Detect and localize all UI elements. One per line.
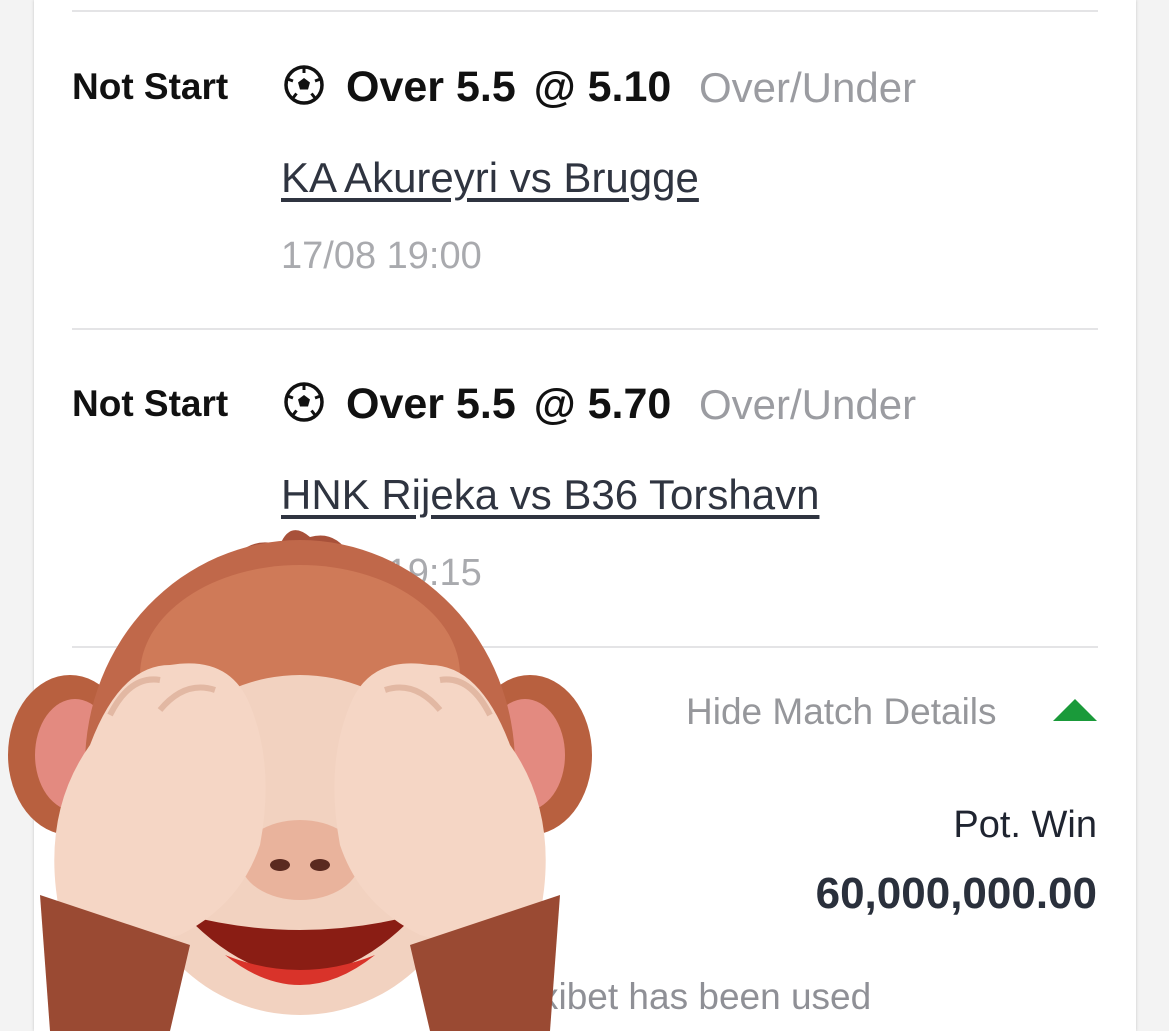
- pot-win-label: Pot. Win: [953, 804, 1097, 846]
- bet-selection: Over 5.5 @ 5.10: [346, 66, 671, 109]
- soccer-ball-icon: [284, 65, 324, 105]
- selection-odds: @ 5.70: [533, 380, 672, 428]
- divider: [72, 10, 1098, 12]
- triangle-up-icon[interactable]: [1053, 699, 1097, 721]
- bet-status: Not Start: [72, 383, 229, 424]
- bet-selection: Over 5.5 @ 5.70: [346, 383, 671, 426]
- pot-win-value: 60,000,000.00: [815, 869, 1097, 918]
- bet-market: Over/Under: [699, 381, 917, 428]
- see-no-evil-monkey-emoji: [8, 530, 592, 1031]
- match-link[interactable]: KA Akureyri vs Brugge: [281, 157, 699, 199]
- bet-market: Over/Under: [699, 64, 917, 111]
- divider: [72, 328, 1098, 330]
- toggle-label[interactable]: Hide Match Details: [686, 693, 997, 730]
- selection-label: Over 5.5: [346, 63, 516, 111]
- selection-odds: @ 5.10: [533, 63, 672, 111]
- selection-label: Over 5.5: [346, 380, 516, 428]
- match-link[interactable]: HNK Rijeka vs B36 Torshavn: [281, 474, 819, 516]
- bet-status: Not Start: [72, 66, 229, 107]
- soccer-ball-icon: [284, 382, 324, 422]
- match-kickoff: 17/08 19:00: [281, 235, 482, 277]
